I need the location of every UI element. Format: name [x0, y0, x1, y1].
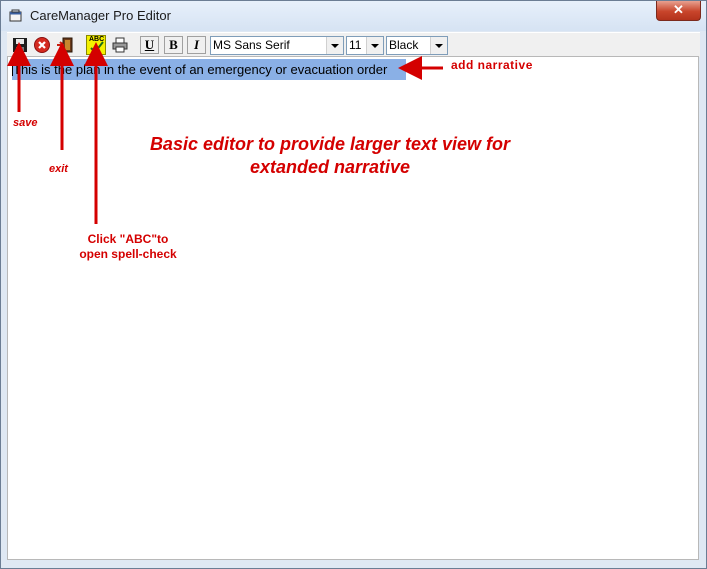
- font-name-value: MS Sans Serif: [213, 38, 290, 52]
- editor-text: This is the plan in the event of an emer…: [13, 62, 388, 77]
- save-button[interactable]: [10, 35, 30, 55]
- italic-button[interactable]: I: [187, 36, 206, 54]
- narrative-annotation: add narrative: [451, 58, 533, 72]
- underline-button[interactable]: U: [140, 36, 159, 54]
- editor-textarea[interactable]: This is the plan in the event of an emer…: [7, 56, 699, 560]
- chevron-down-icon[interactable]: [326, 37, 343, 54]
- cancel-button[interactable]: [32, 35, 52, 55]
- app-icon: [9, 9, 22, 22]
- close-button[interactable]: ✕: [656, 1, 701, 21]
- printer-icon: [112, 37, 128, 53]
- spellcheck-annotation-line2: open spell-check: [79, 247, 177, 261]
- save-annotation: save: [13, 117, 38, 129]
- close-icon: ✕: [673, 2, 684, 17]
- font-size-value: 11: [349, 38, 362, 52]
- toolbar: ABC U B I MS Sans Serif 11 Black: [7, 32, 700, 57]
- headline-annotation-line1: Basic editor to provide larger text view…: [149, 134, 511, 154]
- editor-window: CareManager Pro Editor ✕ ABC U B I MS Sa…: [0, 0, 707, 569]
- title-bar[interactable]: CareManager Pro Editor ✕: [1, 1, 706, 31]
- font-color-select[interactable]: Black: [386, 36, 448, 55]
- text-caret: [12, 60, 13, 76]
- spellcheck-label: ABC: [89, 36, 105, 43]
- font-name-select[interactable]: MS Sans Serif: [210, 36, 344, 55]
- red-x-icon: [34, 37, 50, 53]
- font-color-value: Black: [389, 38, 419, 52]
- spellcheck-annotation-line1: Click "ABC"to: [87, 232, 169, 246]
- spellcheck-button[interactable]: ABC: [86, 35, 106, 55]
- floppy-icon: [13, 38, 27, 52]
- headline-annotation-line2: extanded narrative: [249, 157, 411, 177]
- font-size-select[interactable]: 11: [346, 36, 384, 55]
- print-button[interactable]: [110, 35, 130, 55]
- bold-button[interactable]: B: [164, 36, 183, 54]
- window-title: CareManager Pro Editor: [30, 8, 171, 23]
- exit-door-icon: [57, 37, 73, 53]
- chevron-down-icon[interactable]: [366, 37, 383, 54]
- chevron-down-icon[interactable]: [430, 37, 447, 54]
- exit-annotation: exit: [49, 163, 68, 175]
- exit-button[interactable]: [55, 35, 75, 55]
